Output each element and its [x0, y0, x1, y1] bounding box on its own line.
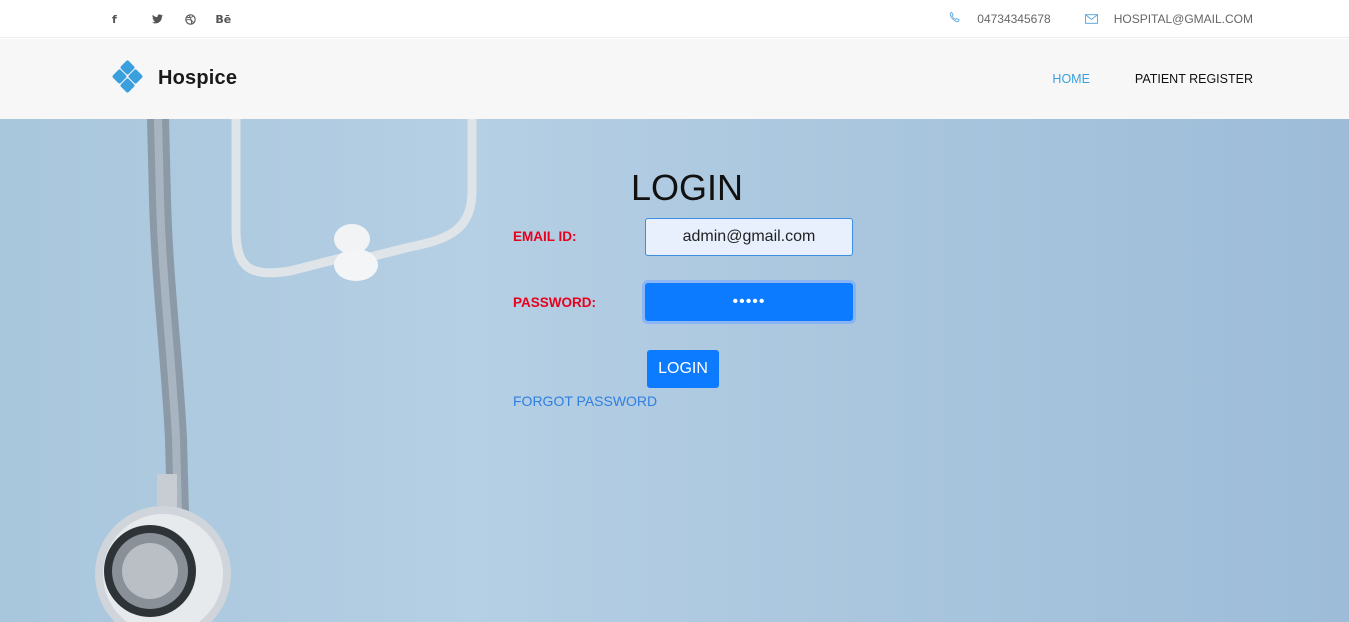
nav-patient-register-link[interactable]: PATIENT REGISTER	[1135, 72, 1253, 86]
email-input[interactable]	[645, 218, 853, 256]
phone-icon	[948, 11, 961, 27]
hero-section: LOGIN EMAIL ID: PASSWORD: LOGIN FORGOT P…	[0, 119, 1349, 622]
behance-icon[interactable]: Bē	[207, 0, 240, 38]
email-label: EMAIL ID:	[513, 229, 577, 244]
mail-icon	[1084, 12, 1098, 27]
brand[interactable]: Hospice	[111, 59, 238, 95]
navbar: Hospice HOME PATIENT REGISTER	[0, 39, 1349, 119]
top-bar: f Bē 04734345678 HOSPITAL@GMAIL.COM	[0, 0, 1349, 38]
dribbble-icon[interactable]	[174, 0, 207, 38]
phone-contact: 04734345678	[948, 11, 1051, 27]
password-label: PASSWORD:	[513, 295, 596, 310]
twitter-icon[interactable]	[141, 0, 174, 38]
facebook-icon[interactable]: f	[112, 0, 117, 38]
brand-logo-icon	[111, 59, 144, 95]
contact-email: HOSPITAL@GMAIL.COM	[1113, 12, 1253, 26]
brand-name: Hospice	[158, 66, 238, 89]
email-contact: HOSPITAL@GMAIL.COM	[1084, 12, 1253, 27]
phone-number: 04734345678	[977, 12, 1051, 26]
contact-info: 04734345678 HOSPITAL@GMAIL.COM	[948, 0, 1253, 38]
nav-home-link[interactable]: HOME	[1052, 72, 1090, 86]
main-menu: HOME PATIENT REGISTER	[1052, 39, 1253, 119]
login-button[interactable]: LOGIN	[647, 350, 719, 388]
login-title: LOGIN	[631, 167, 744, 208]
stethoscope-image	[95, 119, 477, 622]
password-input[interactable]	[645, 283, 853, 321]
forgot-password-link[interactable]: FORGOT PASSWORD	[513, 393, 657, 409]
social-links: f Bē	[112, 0, 240, 38]
